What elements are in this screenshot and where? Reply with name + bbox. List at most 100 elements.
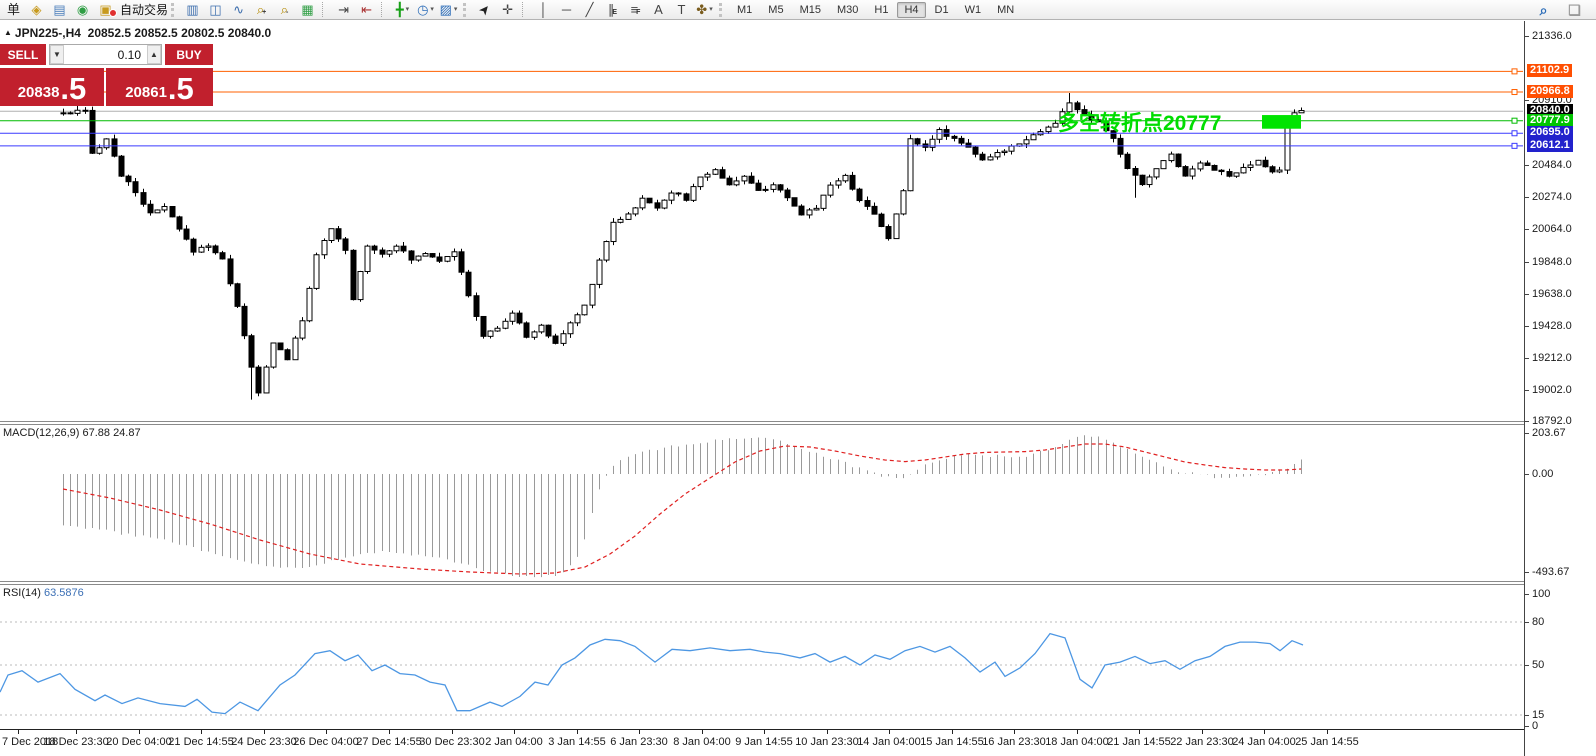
crosshair-icon[interactable]: ✛ (496, 1, 519, 19)
symbol-arrow-icon: ▲ (4, 28, 12, 37)
candlestick-icon[interactable]: ◫ (204, 1, 227, 19)
axis-tick (1525, 715, 1529, 716)
timeframe-button-h4[interactable]: H4 (897, 1, 926, 18)
tile-windows-icon[interactable]: ▦ (296, 1, 319, 19)
autotrading-icon[interactable]: ▣ (94, 1, 117, 19)
text-icon[interactable]: A (647, 1, 670, 19)
zoom-in-icon[interactable]: ⌕ + (250, 1, 273, 19)
timeframe-button-m15[interactable]: M15 (793, 2, 828, 18)
candle-body (719, 169, 726, 179)
level-line-handle[interactable] (1511, 89, 1518, 96)
indicators-icon[interactable]: ╋ ▾ (391, 1, 414, 19)
horizontal-line-icon[interactable]: ─ (555, 1, 578, 19)
candle-body (704, 173, 711, 178)
vertical-line-icon[interactable]: │ (532, 1, 555, 19)
timeframe-button-m30[interactable]: M30 (830, 2, 865, 18)
search-icon[interactable]: ⌕ (1532, 1, 1555, 19)
axis-label: 80 (1532, 616, 1545, 628)
navigator-icon[interactable]: ◉ (71, 1, 94, 19)
timeframe-button-d1[interactable]: D1 (928, 2, 956, 18)
level-line-handle[interactable] (1511, 117, 1518, 124)
zoom-out-icon[interactable]: ⌕ - (273, 1, 296, 19)
candle-body (683, 193, 690, 201)
candle-body (277, 342, 284, 351)
time-label: 10 Jan 23:30 (795, 736, 859, 748)
time-label: 2 Jan 04:00 (485, 736, 543, 748)
trendline-icon[interactable]: ╱ (578, 1, 601, 19)
text-label-icon[interactable]: T (670, 1, 693, 19)
terminal-window-icon[interactable]: ▤ (48, 1, 71, 19)
volume-input[interactable]: 0.10 (64, 45, 147, 64)
time-label: 18 Dec 23:30 (43, 736, 109, 748)
candle-body (111, 138, 118, 157)
volume-up-button[interactable]: ▲ (147, 45, 161, 64)
candle-body (422, 253, 429, 257)
candle-body (936, 129, 943, 140)
line-chart-icon[interactable]: ∿ (227, 1, 250, 19)
cursor-icon[interactable]: ➤ (473, 1, 496, 19)
timeframe-button-h1[interactable]: H1 (867, 2, 895, 18)
level-line-handle[interactable] (1511, 130, 1518, 137)
time-tick (1264, 730, 1265, 734)
chart-shift-icon[interactable]: ⇤ (355, 1, 378, 19)
candle-body (726, 177, 733, 186)
timeframe-button-w1[interactable]: W1 (958, 2, 989, 18)
candle-body (1168, 153, 1175, 162)
rsi-pane[interactable] (0, 585, 1524, 729)
timeframe-button-mn[interactable]: MN (990, 2, 1021, 18)
arrows-icon[interactable]: ✤ ▾ (693, 1, 716, 19)
axis-tick (1525, 433, 1529, 434)
candle-body (654, 202, 661, 209)
time-label: 16 Jan 23:30 (982, 736, 1046, 748)
buy-button[interactable]: BUY (165, 44, 213, 65)
candle-body (212, 245, 219, 254)
time-axis[interactable]: 7 Dec 2018 18 Dec 23:30 20 Dec 04:00 21 Dec… (0, 729, 1524, 756)
macd-values: 67.88 24.87 (82, 427, 141, 439)
auto-scroll-icon[interactable]: ⇥ (332, 1, 355, 19)
highlight-box[interactable] (1262, 115, 1301, 129)
sell-button[interactable]: SELL (0, 44, 46, 65)
candle-body (1066, 102, 1073, 113)
candle-body (1045, 126, 1052, 133)
periods-icon[interactable]: ◷ ▾ (414, 1, 437, 19)
bar-chart-icon[interactable]: ▥ (181, 1, 204, 19)
timeframe-button-m5[interactable]: M5 (761, 2, 790, 18)
time-label: 20 Dec 04:00 (106, 736, 172, 748)
templates-icon[interactable]: ▨ ▾ (437, 1, 460, 19)
candle-body (639, 197, 646, 209)
candle-body (313, 254, 320, 289)
candle-body (1197, 162, 1204, 170)
time-tick (889, 730, 890, 734)
toolbar-separator (522, 2, 529, 17)
equidistant-channel-icon[interactable]: ∥ E (601, 1, 624, 19)
candle-body (458, 251, 465, 273)
price-axis[interactable]: 21336.0 20910.0 20484.0 20274.0 20064.0 19848… (1524, 21, 1596, 756)
symbol-name: JPN225-,H4 (14, 26, 81, 40)
sell-price-button[interactable]: 20838 .5 (0, 68, 104, 106)
candle-body (364, 245, 371, 273)
main-chart-pane[interactable]: 多空转折点20777 (0, 21, 1524, 421)
candle-body (1284, 124, 1291, 171)
level-line-handle[interactable] (1511, 142, 1518, 149)
chat-icon[interactable]: ❏ (1563, 1, 1586, 19)
level-line-handle[interactable] (1511, 68, 1518, 75)
candle-body (183, 228, 190, 240)
autotrading-label[interactable]: 自动交易 (120, 1, 168, 18)
axis-tick (1525, 197, 1529, 198)
new-order-icon[interactable]: 单 (2, 1, 25, 19)
axis-label: 19848.0 (1532, 256, 1572, 268)
candle-body (1233, 172, 1240, 177)
candle-body (219, 252, 226, 260)
time-tick (827, 730, 828, 734)
macd-pane[interactable] (0, 425, 1524, 581)
turning-point-annotation[interactable]: 多空转折点20777 (1058, 111, 1221, 135)
buy-price-button[interactable]: 20861 .5 (106, 68, 213, 106)
candle-body (487, 330, 494, 337)
time-label: 24 Jan 04:00 (1232, 736, 1296, 748)
timeframe-button-m1[interactable]: M1 (730, 2, 759, 18)
volume-down-button[interactable]: ▼ (50, 45, 64, 64)
axis-label: 19212.0 (1532, 352, 1572, 364)
fibonacci-icon[interactable]: ≡ F (624, 1, 647, 19)
market-watch-icon[interactable]: ◈ (25, 1, 48, 19)
candle-body (835, 180, 842, 186)
